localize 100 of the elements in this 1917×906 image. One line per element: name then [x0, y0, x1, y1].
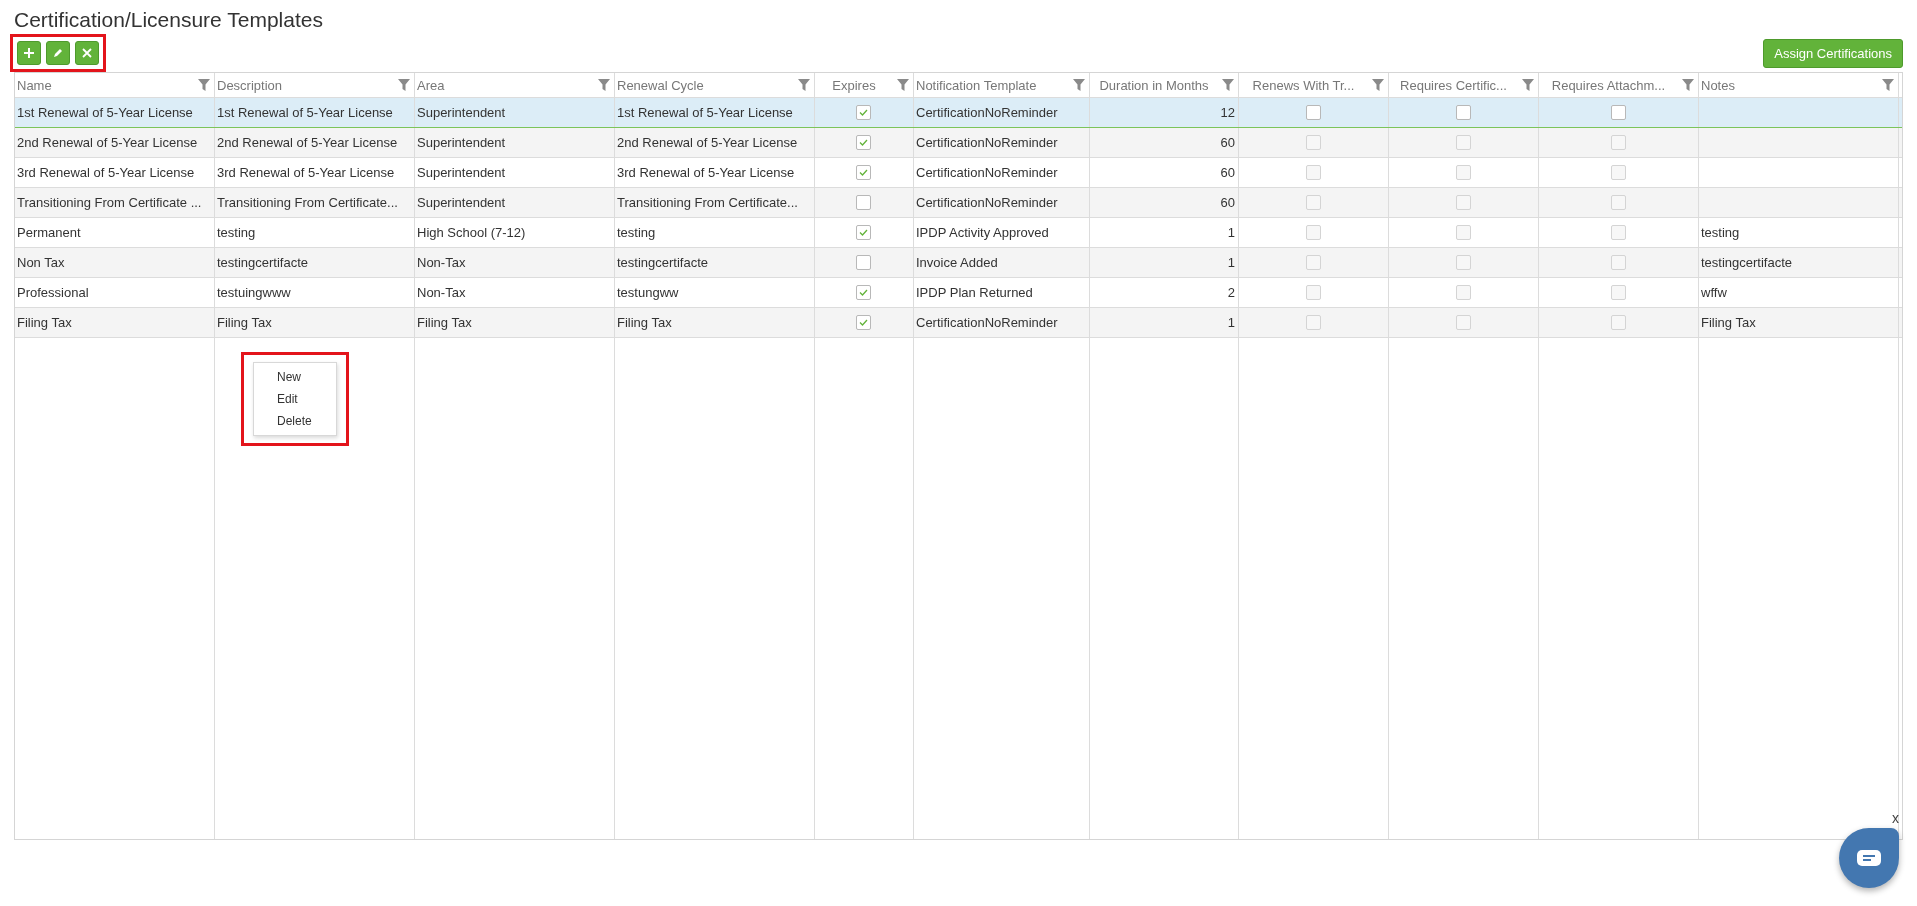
close-icon [81, 47, 93, 59]
table-cell: CertificationNoReminder [914, 98, 1090, 127]
plus-button[interactable] [17, 41, 41, 65]
filter-icon[interactable] [1073, 79, 1085, 91]
table-cell: Transitioning From Certificate... [615, 188, 815, 217]
table-cell: Non Tax [15, 248, 215, 277]
table-row[interactable]: 3rd Renewal of 5-Year License 3rd Renewal of 5-Year License Superintendent 3rd Renewal of 5-Year License CertificationNoReminder 60 [15, 158, 1902, 188]
table-cell: CertificationNoReminder [914, 308, 1090, 337]
checkbox[interactable] [1305, 165, 1321, 180]
checkbox[interactable] [1305, 135, 1321, 150]
column-header[interactable]: Requires Attachm... [1539, 73, 1699, 97]
menu-item[interactable]: Delete [254, 410, 336, 432]
column-header[interactable]: Renewal Cycle [615, 73, 815, 97]
table-cell: testing [615, 218, 815, 247]
close-button[interactable] [75, 41, 99, 65]
table-row[interactable]: Professional testuingwww Non-Tax testungww IPDP Plan Returned 2 wffw [15, 278, 1902, 308]
filter-icon[interactable] [198, 79, 210, 91]
checkbox[interactable] [1610, 135, 1626, 150]
checkbox[interactable] [1610, 105, 1626, 120]
table-cell: 60 [1090, 128, 1239, 157]
checkbox[interactable] [1610, 285, 1626, 300]
column-header[interactable]: Description [215, 73, 415, 97]
table-cell: 2 [1090, 278, 1239, 307]
table-cell: Professional [15, 278, 215, 307]
table-cell: Filing Tax [1699, 308, 1899, 337]
filter-icon[interactable] [897, 79, 909, 91]
column-header[interactable]: Duration in Months [1090, 73, 1239, 97]
checkbox[interactable] [856, 135, 871, 150]
filter-icon[interactable] [1372, 79, 1384, 91]
checkbox[interactable] [1305, 285, 1321, 300]
column-header[interactable]: Notification Template [914, 73, 1090, 97]
close-button[interactable]: x [1892, 810, 1899, 826]
table-cell: 1st Renewal of 5-Year License [615, 98, 815, 127]
checkbox[interactable] [1610, 165, 1626, 180]
table-cell: wffw [1699, 278, 1899, 307]
checkbox[interactable] [856, 255, 871, 270]
table-row[interactable]: 2nd Renewal of 5-Year License 2nd Renewal of 5-Year License Superintendent 2nd Renewal of 5-Year License CertificationNoReminder 60 [15, 128, 1902, 158]
table-cell: testingcertifacte [1699, 248, 1899, 277]
check-icon [859, 169, 868, 176]
table-cell: testing [215, 218, 415, 247]
checkbox[interactable] [1455, 165, 1471, 180]
table-row[interactable]: Transitioning From Certificate ... Transitioning From Certificate... Superintendent Transitioning From Certificate... CertificationNoReminder 60 [15, 188, 1902, 218]
table-cell: 60 [1090, 158, 1239, 187]
table-cell: Superintendent [415, 98, 615, 127]
table-cell: 1 [1090, 248, 1239, 277]
chat-icon [1857, 850, 1881, 866]
check-icon [859, 289, 868, 296]
checkbox[interactable] [856, 285, 871, 300]
checkbox[interactable] [1305, 195, 1321, 210]
filter-icon[interactable] [1522, 79, 1534, 91]
table-cell: Filing Tax [215, 308, 415, 337]
table-cell: CertificationNoReminder [914, 158, 1090, 187]
table-row[interactable]: 1st Renewal of 5-Year License 1st Renewal of 5-Year License Superintendent 1st Renewal of 5-Year License CertificationNoReminder 12 [15, 98, 1902, 128]
check-icon [859, 109, 868, 116]
checkbox[interactable] [1610, 195, 1626, 210]
checkbox[interactable] [856, 315, 871, 330]
pencil-button[interactable] [46, 41, 70, 65]
page-title: Certification/Licensure Templates [14, 8, 324, 32]
column-header[interactable]: Expires [815, 73, 914, 97]
table-cell: 1st Renewal of 5-Year License [215, 98, 415, 127]
checkbox[interactable] [1610, 315, 1626, 330]
checkbox[interactable] [856, 165, 871, 180]
checkbox[interactable] [1455, 285, 1471, 300]
filter-icon[interactable] [1882, 79, 1894, 91]
menu-item[interactable]: New [254, 366, 336, 388]
menu-item[interactable]: Edit [254, 388, 336, 410]
column-header[interactable]: Name [15, 73, 215, 97]
checkbox[interactable] [856, 195, 871, 210]
column-header[interactable]: Renews With Tr... [1239, 73, 1389, 97]
checkbox[interactable] [1455, 315, 1471, 330]
table-cell: Superintendent [415, 128, 615, 157]
checkbox[interactable] [1455, 135, 1471, 150]
checkbox[interactable] [1305, 225, 1321, 240]
table-row[interactable]: Permanent testing High School (7-12) testing IPDP Activity Approved 1 testing [15, 218, 1902, 248]
chat-button[interactable] [1839, 828, 1899, 888]
checkbox[interactable] [856, 105, 871, 120]
checkbox[interactable] [1455, 195, 1471, 210]
column-header[interactable]: Requires Certific... [1389, 73, 1539, 97]
column-header[interactable]: Area [415, 73, 615, 97]
filter-icon[interactable] [798, 79, 810, 91]
checkbox[interactable] [1455, 105, 1471, 120]
table-cell: IPDP Plan Returned [914, 278, 1090, 307]
filter-icon[interactable] [598, 79, 610, 91]
checkbox[interactable] [1610, 255, 1626, 270]
checkbox[interactable] [1305, 315, 1321, 330]
filter-icon[interactable] [398, 79, 410, 91]
filter-icon[interactable] [1682, 79, 1694, 91]
checkbox[interactable] [856, 225, 871, 240]
table-cell: testingcertifacte [215, 248, 415, 277]
checkbox[interactable] [1610, 225, 1626, 240]
filter-icon[interactable] [1222, 79, 1234, 91]
table-row[interactable]: Non Tax testingcertifacte Non-Tax testingcertifacte Invoice Added 1 testingcertifacte [15, 248, 1902, 278]
table-row[interactable]: Filing Tax Filing Tax Filing Tax Filing Tax CertificationNoReminder 1 Filing Tax [15, 308, 1902, 338]
checkbox[interactable] [1305, 105, 1321, 120]
checkbox[interactable] [1305, 255, 1321, 270]
table-cell: 1 [1090, 218, 1239, 247]
checkbox[interactable] [1455, 225, 1471, 240]
table-cell: 3rd Renewal of 5-Year License [15, 158, 215, 187]
column-header[interactable]: Notes [1699, 73, 1899, 97]
checkbox[interactable] [1455, 255, 1471, 270]
